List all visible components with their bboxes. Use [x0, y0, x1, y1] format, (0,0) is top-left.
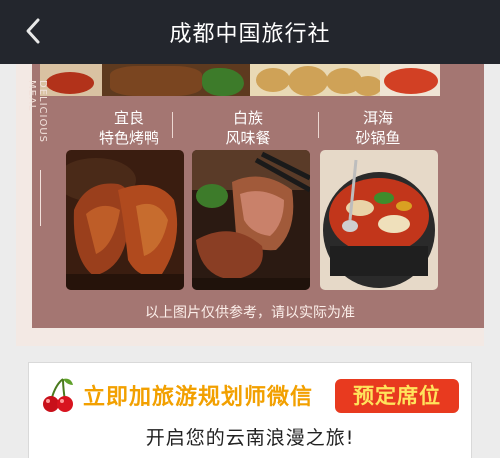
food-photo [250, 64, 382, 96]
fish-pot-photo [320, 150, 438, 290]
dish-name: 洱海 砂锅鱼 [355, 109, 401, 147]
divider [40, 170, 41, 226]
divider [172, 112, 173, 138]
cherry-icon [41, 377, 75, 413]
reserve-button[interactable]: 预定席位 [335, 379, 459, 413]
cta-banner[interactable]: 立即加旅游规划师微信 预定席位 开启您的云南浪漫之旅! [28, 362, 472, 458]
food-photo [102, 64, 250, 96]
cta-subline: 开启您的云南浪漫之旅! [145, 427, 355, 449]
cta-headline: 立即加旅游规划师微信 [83, 385, 314, 410]
roast-duck-photo [66, 150, 184, 290]
disclaimer-text: 以上图片仅供参考，请以实际为准 [145, 305, 355, 321]
food-photo-strip [40, 64, 440, 96]
dish-name: 白族 风味餐 [225, 109, 271, 147]
vertical-label: DELICIOUS MEAL [26, 80, 48, 144]
food-photo [40, 64, 102, 96]
bai-dish-photo [192, 150, 310, 290]
food-photo [380, 64, 440, 96]
page-title: 成都中国旅行社 [169, 22, 331, 47]
dish-name: 宜良 特色烤鸭 [98, 109, 159, 147]
nav-bar: 成都中国旅行社 [0, 0, 500, 64]
